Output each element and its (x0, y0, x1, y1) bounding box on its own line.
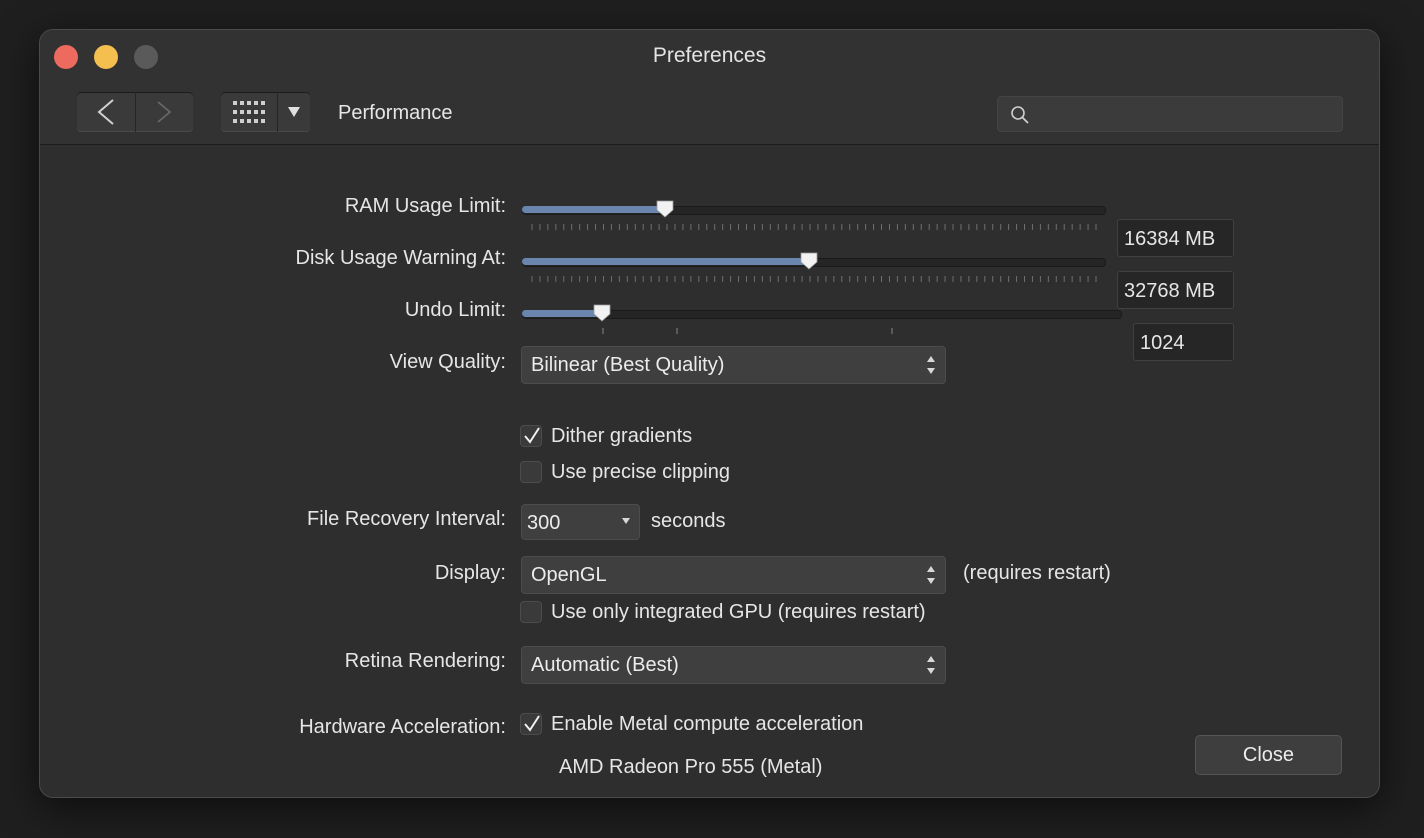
forward-button[interactable] (134, 92, 194, 132)
integrated-gpu-label: Use only integrated GPU (requires restar… (551, 601, 926, 623)
slider-thumb[interactable] (800, 252, 818, 270)
show-all-dropdown-button[interactable] (277, 92, 310, 132)
dither-gradients-checkbox[interactable] (520, 425, 542, 447)
ram-limit-field[interactable]: 16384 MB (1117, 219, 1234, 257)
slider-track (522, 310, 1122, 319)
slider-ticks (531, 224, 1097, 230)
ram-limit-slider[interactable] (522, 196, 1106, 236)
ram-limit-label: RAM Usage Limit: (344, 195, 506, 217)
metal-compute-label: Enable Metal compute acceleration (551, 713, 864, 735)
file-recovery-combo[interactable]: 300 (521, 504, 640, 540)
precise-clipping-checkbox[interactable] (520, 461, 542, 483)
undo-limit-label: Undo Limit: (404, 299, 506, 321)
preferences-window: Preferences Performance RAM Usage Limit:… (39, 29, 1380, 798)
chevron-left-icon (97, 99, 114, 125)
undo-limit-slider[interactable] (522, 300, 1122, 340)
view-quality-label: View Quality: (389, 351, 506, 373)
display-value: OpenGL (531, 564, 607, 586)
search-icon (1011, 106, 1029, 124)
slider-fill (522, 310, 602, 317)
back-button[interactable] (77, 92, 135, 132)
triangle-down-icon (288, 107, 300, 117)
disk-warning-label: Disk Usage Warning At: (295, 247, 506, 269)
slider-fill (522, 206, 665, 213)
grid-icon (233, 101, 265, 123)
file-recovery-value: 300 (527, 512, 561, 534)
back-forward-control (77, 92, 193, 132)
close-button[interactable]: Close (1195, 735, 1342, 775)
seconds-unit-label: seconds (651, 510, 726, 532)
undo-limit-field[interactable]: 1024 (1133, 323, 1234, 361)
up-down-arrows-icon (927, 656, 935, 674)
up-down-arrows-icon (927, 566, 935, 584)
retina-rendering-label: Retina Rendering: (344, 650, 506, 672)
disk-warning-field[interactable]: 32768 MB (1117, 271, 1234, 309)
gpu-name: AMD Radeon Pro 555 (Metal) (559, 756, 823, 778)
slider-fill (522, 258, 809, 265)
display-label: Display: (434, 562, 506, 584)
dither-gradients-label: Dither gradients (551, 425, 693, 447)
show-all-control (221, 92, 310, 132)
view-quality-popup[interactable]: Bilinear (Best Quality) (521, 346, 946, 384)
chevron-right-icon (157, 101, 172, 123)
search-field[interactable] (997, 96, 1343, 132)
display-popup[interactable]: OpenGL (521, 556, 946, 594)
slider-thumb[interactable] (593, 304, 611, 322)
checkmark-icon (524, 715, 540, 732)
performance-panel: RAM Usage Limit: 16384 MB Disk Usage War… (40, 145, 1379, 797)
slider-ticks (602, 328, 893, 334)
file-recovery-label: File Recovery Interval: (307, 508, 506, 530)
view-quality-value: Bilinear (Best Quality) (531, 354, 725, 376)
up-down-arrows-icon (927, 356, 935, 374)
display-restart-note: (requires restart) (963, 562, 1111, 584)
window-title: Preferences (652, 44, 767, 67)
disk-warning-slider[interactable] (522, 248, 1106, 288)
checkmark-icon (524, 427, 540, 444)
section-title: Performance (338, 102, 453, 124)
retina-rendering-popup[interactable]: Automatic (Best) (521, 646, 946, 684)
show-all-button[interactable] (221, 92, 277, 132)
chevron-down-icon (622, 518, 630, 524)
metal-compute-checkbox[interactable] (520, 713, 542, 735)
integrated-gpu-checkbox[interactable] (520, 601, 542, 623)
retina-rendering-value: Automatic (Best) (531, 654, 679, 676)
slider-ticks (531, 276, 1097, 282)
titlebar: Preferences Performance (40, 30, 1379, 145)
precise-clipping-label: Use precise clipping (551, 461, 730, 483)
slider-thumb[interactable] (656, 200, 674, 218)
hardware-acceleration-label: Hardware Acceleration: (299, 716, 506, 738)
